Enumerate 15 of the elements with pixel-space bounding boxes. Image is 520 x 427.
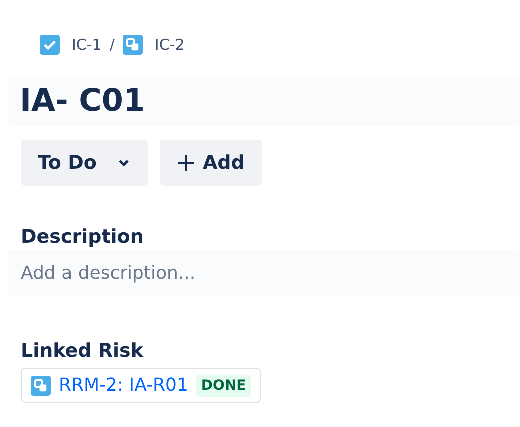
issue-title[interactable]: IA- C01 (8, 76, 520, 126)
plus-icon (176, 154, 195, 172)
issue-link[interactable]: RRM-2: IA-R01 (59, 375, 188, 396)
overlapping-squares-icon (122, 35, 143, 55)
description-field[interactable]: Add a description... (8, 250, 520, 296)
section-heading: Description (21, 226, 145, 248)
breadcrumb-link[interactable]: IC-2 (154, 36, 185, 54)
status-dropdown[interactable]: To Do (21, 140, 148, 186)
section-heading: Linked Risk (21, 340, 145, 362)
breadcrumb-link[interactable]: IC-1 (72, 36, 102, 54)
status-lozenge: DONE (196, 374, 252, 396)
overlapping-squares-icon (31, 376, 51, 396)
add-button[interactable]: Add (160, 140, 262, 186)
checkbox-icon (40, 35, 60, 55)
breadcrumb-separator: / (110, 36, 115, 54)
